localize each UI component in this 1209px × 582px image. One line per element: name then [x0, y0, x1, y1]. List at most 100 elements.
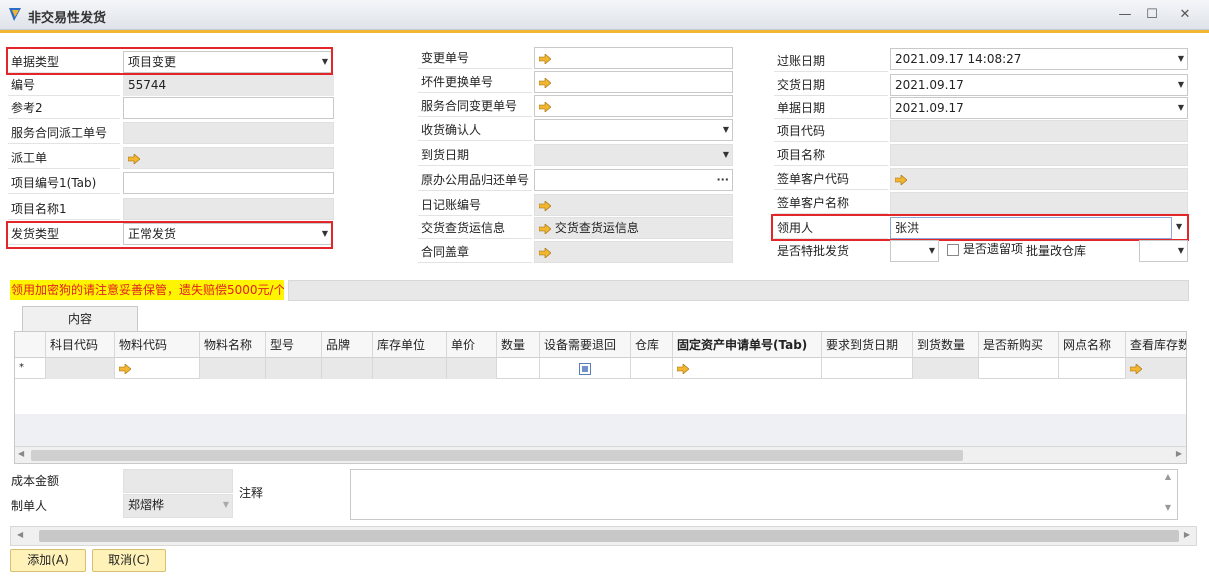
- doc-type-value: 项目变更: [128, 55, 177, 69]
- cell-quantity[interactable]: [497, 358, 540, 379]
- col-subject-code[interactable]: 科目代码: [46, 332, 115, 358]
- scroll-down-icon[interactable]: ▼: [1161, 503, 1175, 512]
- project-code-label: 项目代码: [774, 120, 888, 142]
- remark-textarea[interactable]: ▲ ▼: [350, 469, 1178, 520]
- cell-asset-request[interactable]: [673, 358, 822, 379]
- project-name1-field: [123, 198, 334, 220]
- ref2-label: 参考2: [8, 97, 120, 119]
- col-asset-request[interactable]: 固定资产申请单号(Tab): [673, 332, 822, 358]
- link-arrow-icon[interactable]: [539, 247, 551, 258]
- ship-check-link[interactable]: 交货查货运信息: [555, 221, 639, 235]
- remark-scrollbar[interactable]: ▲ ▼: [1161, 472, 1175, 517]
- col-material-code[interactable]: 物料代码: [115, 332, 200, 358]
- link-arrow-icon[interactable]: [677, 363, 689, 374]
- maximize-button[interactable]: ☐: [1141, 5, 1163, 25]
- minimize-button[interactable]: —: [1114, 5, 1136, 25]
- leftover-checkbox[interactable]: [947, 243, 959, 256]
- col-quantity[interactable]: 数量: [497, 332, 540, 358]
- svc-change-input[interactable]: [534, 95, 733, 117]
- maker-label: 制单人: [11, 499, 48, 513]
- delivery-date-select[interactable]: 2021.09.17 ▼: [890, 74, 1188, 96]
- project-code1-label: 项目编号1(Tab): [8, 172, 120, 194]
- cell-new-purchase[interactable]: [979, 358, 1059, 379]
- cell-warehouse[interactable]: [631, 358, 673, 379]
- form-horizontal-scrollbar[interactable]: ◀ ▶: [10, 526, 1197, 546]
- special-batch-select[interactable]: ▼: [890, 240, 939, 262]
- recipient-input[interactable]: 张洪: [890, 217, 1172, 239]
- cell-material-code[interactable]: [115, 358, 200, 379]
- form-scroll-thumb[interactable]: [39, 530, 1179, 542]
- link-arrow-icon[interactable]: [1130, 363, 1142, 374]
- project-code1-input[interactable]: [123, 172, 334, 194]
- ref2-input[interactable]: [123, 97, 334, 119]
- link-arrow-icon[interactable]: [128, 153, 140, 164]
- cell-required-date[interactable]: [822, 358, 913, 379]
- tab-content[interactable]: 内容: [22, 306, 138, 331]
- add-button[interactable]: 添加(A): [10, 549, 86, 572]
- journal-no-field[interactable]: [534, 194, 733, 216]
- delivery-date-label: 交货日期: [774, 74, 888, 96]
- broken-replace-input[interactable]: [534, 71, 733, 93]
- ship-type-select[interactable]: 正常发货 ▼: [123, 223, 332, 245]
- col-stock-unit[interactable]: 库存单位: [373, 332, 447, 358]
- link-arrow-icon[interactable]: [539, 53, 551, 64]
- col-outlet-name[interactable]: 网点名称: [1059, 332, 1126, 358]
- dropdown-arrow-icon: ▼: [928, 246, 935, 255]
- cell-need-return[interactable]: [540, 358, 631, 379]
- link-arrow-icon[interactable]: [539, 200, 551, 211]
- link-arrow-icon[interactable]: [539, 77, 551, 88]
- batch-wh-select[interactable]: ▼: [1139, 240, 1188, 262]
- col-need-return[interactable]: 设备需要退回: [540, 332, 631, 358]
- col-view-stock[interactable]: 查看库存数: [1126, 332, 1186, 358]
- ship-check-field[interactable]: 交货查货运信息: [534, 217, 733, 239]
- contract-seal-field[interactable]: [534, 241, 733, 263]
- grid-scroll-thumb[interactable]: [31, 450, 963, 461]
- link-arrow-icon[interactable]: [539, 223, 551, 234]
- col-required-date[interactable]: 要求到货日期: [822, 332, 913, 358]
- sign-cust-code-field[interactable]: [890, 168, 1188, 190]
- col-arrival-qty[interactable]: 到货数量: [913, 332, 979, 358]
- link-arrow-icon[interactable]: [895, 174, 907, 185]
- dispatch-field[interactable]: [123, 147, 334, 169]
- scroll-right-icon[interactable]: ▶: [1176, 449, 1182, 458]
- cancel-button[interactable]: 取消(C): [92, 549, 166, 572]
- window-title: 非交易性发货: [28, 11, 107, 26]
- table-row[interactable]: *: [15, 358, 1186, 379]
- cell-unit-price: [447, 358, 497, 379]
- change-no-input[interactable]: [534, 47, 733, 69]
- cell-view-stock[interactable]: [1126, 358, 1186, 379]
- warning-bar: [288, 280, 1189, 301]
- office-return-input[interactable]: ···: [534, 169, 733, 191]
- col-new-purchase[interactable]: 是否新购买: [979, 332, 1059, 358]
- posting-date-select[interactable]: 2021.09.17 14:08:27 ▼: [890, 48, 1188, 70]
- doc-type-select[interactable]: 项目变更 ▼: [123, 51, 332, 73]
- recipient-dropdown-arrow-icon[interactable]: ▼: [1176, 217, 1182, 237]
- col-brand[interactable]: 品牌: [322, 332, 373, 358]
- link-arrow-icon[interactable]: [119, 363, 131, 374]
- number-field: 55744: [123, 74, 334, 96]
- scroll-right-icon[interactable]: ▶: [1184, 530, 1190, 539]
- col-material-name[interactable]: 物料名称: [200, 332, 266, 358]
- change-no-label: 变更单号: [418, 47, 532, 69]
- ellipsis-button[interactable]: ···: [716, 170, 729, 190]
- receipt-confirm-select[interactable]: ▼: [534, 119, 733, 141]
- doc-date-select[interactable]: 2021.09.17 ▼: [890, 97, 1188, 119]
- recipient-label: 领用人: [774, 217, 888, 239]
- project-name1-label: 项目名称1: [8, 198, 120, 220]
- col-unit-price[interactable]: 单价: [447, 332, 497, 358]
- grid-horizontal-scrollbar[interactable]: ◀ ▶: [15, 446, 1186, 463]
- cell-outlet-name[interactable]: [1059, 358, 1126, 379]
- close-button[interactable]: ✕: [1174, 5, 1196, 25]
- scroll-left-icon[interactable]: ◀: [17, 530, 23, 539]
- leftover-checkbox-wrap[interactable]: 是否遗留项: [944, 238, 1026, 260]
- checkbox-icon[interactable]: [579, 362, 591, 375]
- arrival-date-label: 到货日期: [418, 144, 532, 166]
- dropdown-arrow-icon: ▼: [1177, 103, 1184, 112]
- col-warehouse[interactable]: 仓库: [631, 332, 673, 358]
- scroll-left-icon[interactable]: ◀: [18, 449, 24, 458]
- col-model[interactable]: 型号: [266, 332, 322, 358]
- scroll-up-icon[interactable]: ▲: [1161, 472, 1175, 481]
- arrival-date-select[interactable]: ▼: [534, 144, 733, 166]
- link-arrow-icon[interactable]: [539, 101, 551, 112]
- doc-date-label: 单据日期: [774, 97, 888, 119]
